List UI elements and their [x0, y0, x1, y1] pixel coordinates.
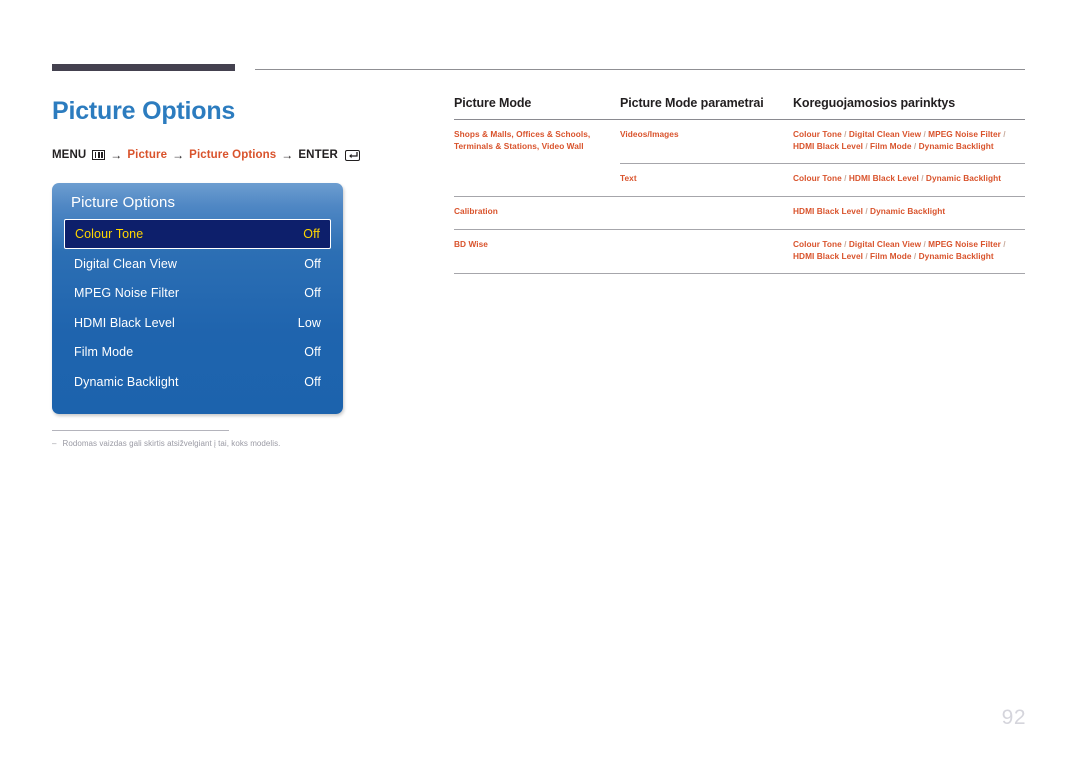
osd-item-label: Colour Tone [75, 227, 144, 241]
osd-item-value: Low [297, 315, 321, 330]
table-header-picture-mode: Picture Mode [454, 96, 532, 110]
osd-picture-options-panel: Picture Options Colour Tone Off Digital … [52, 183, 343, 414]
table-header-row: Picture Mode Picture Mode parametrai Kor… [454, 96, 1025, 120]
osd-panel-title: Picture Options [71, 194, 176, 211]
cell-picture-mode: Calibration [454, 206, 498, 217]
osd-item-label: HDMI Black Level [74, 315, 175, 330]
osd-item-label: MPEG Noise Filter [74, 286, 180, 301]
breadcrumb-enter-label: ENTER [298, 149, 338, 161]
breadcrumb-menu-label: MENU [52, 149, 87, 161]
cell-options: HDMI Black Level / Dynamic Backlight [793, 206, 946, 217]
cell-parameter: Text [620, 173, 637, 184]
page-number: 92 [1001, 706, 1026, 729]
osd-item-mpeg-noise-filter[interactable]: MPEG Noise Filter Off [64, 279, 331, 309]
osd-item-film-mode[interactable]: Film Mode Off [64, 338, 331, 368]
osd-item-label: Film Mode [74, 345, 134, 360]
cell-parameter: Videos/Images [620, 119, 793, 165]
table-row: Shops & Malls, Offices & Schools, Termin… [454, 119, 1025, 165]
footnote: – Rodomas vaizdas gali skirtis atsižvelg… [52, 438, 382, 449]
footnote-text: Rodomas vaizdas gali skirtis atsižvelgia… [62, 439, 281, 448]
enter-return-icon [344, 149, 360, 161]
breadcrumb-arrow-1: → [110, 148, 123, 162]
osd-item-dynamic-backlight[interactable]: Dynamic Backlight Off [64, 367, 331, 397]
cell-options: Colour Tone / HDMI Black Level / Dynamic… [793, 173, 1002, 184]
menu-grid-icon [92, 150, 106, 160]
cell-options: Colour Tone / Digital Clean View / MPEG … [793, 238, 1006, 261]
cell-parameter [620, 197, 793, 230]
cell-picture-mode [454, 164, 620, 197]
breadcrumb: MENU → Picture → Picture Options → ENTER [52, 148, 412, 162]
table-row: Text Colour Tone / HDMI Black Level / Dy… [454, 164, 1025, 197]
picture-mode-table: Picture Mode Picture Mode parametrai Kor… [454, 96, 1025, 274]
osd-menu-list: Colour Tone Off Digital Clean View Off M… [52, 219, 343, 397]
osd-item-colour-tone[interactable]: Colour Tone Off [64, 219, 331, 249]
page-title: Picture Options [52, 97, 236, 125]
breadcrumb-arrow-2: → [172, 148, 185, 162]
osd-item-hdmi-black-level[interactable]: HDMI Black Level Low [64, 308, 331, 338]
header-rules [0, 0, 1080, 80]
osd-item-value: Off [304, 345, 321, 360]
breadcrumb-step-picture-options[interactable]: Picture Options [189, 149, 276, 161]
footnote-divider [52, 430, 229, 431]
osd-item-label: Dynamic Backlight [74, 374, 179, 389]
picture-mode-table-wrapper: Picture Mode Picture Mode parametrai Kor… [454, 96, 1025, 274]
table-row: Calibration HDMI Black Level / Dynamic B… [454, 197, 1025, 230]
footnote-block: – Rodomas vaizdas gali skirtis atsižvelg… [52, 430, 382, 449]
osd-item-label: Digital Clean View [74, 256, 178, 271]
footnote-dash: – [52, 439, 57, 448]
cell-picture-mode: Shops & Malls, Offices & Schools, Termin… [454, 129, 591, 151]
osd-item-value: Off [304, 256, 321, 271]
header-rule-thin [255, 69, 1025, 70]
cell-picture-mode: BD Wise [454, 238, 488, 249]
osd-item-value: Off [304, 286, 321, 301]
table-row: BD Wise Colour Tone / Digital Clean View… [454, 229, 1025, 274]
table-header-parameters: Picture Mode parametrai [620, 96, 764, 110]
header-rule-thick [52, 64, 235, 71]
breadcrumb-step-picture[interactable]: Picture [127, 149, 167, 161]
cell-parameter [620, 229, 793, 273]
left-column: Picture Options MENU → Picture → Picture… [52, 96, 412, 162]
osd-item-value: Off [304, 374, 321, 389]
breadcrumb-arrow-3: → [281, 148, 294, 162]
table-header-adjustable-options: Koreguojamosios parinktys [793, 96, 956, 110]
cell-options: Colour Tone / Digital Clean View / MPEG … [793, 119, 1025, 165]
osd-item-digital-clean-view[interactable]: Digital Clean View Off [64, 249, 331, 279]
osd-item-value: Off [303, 227, 320, 241]
